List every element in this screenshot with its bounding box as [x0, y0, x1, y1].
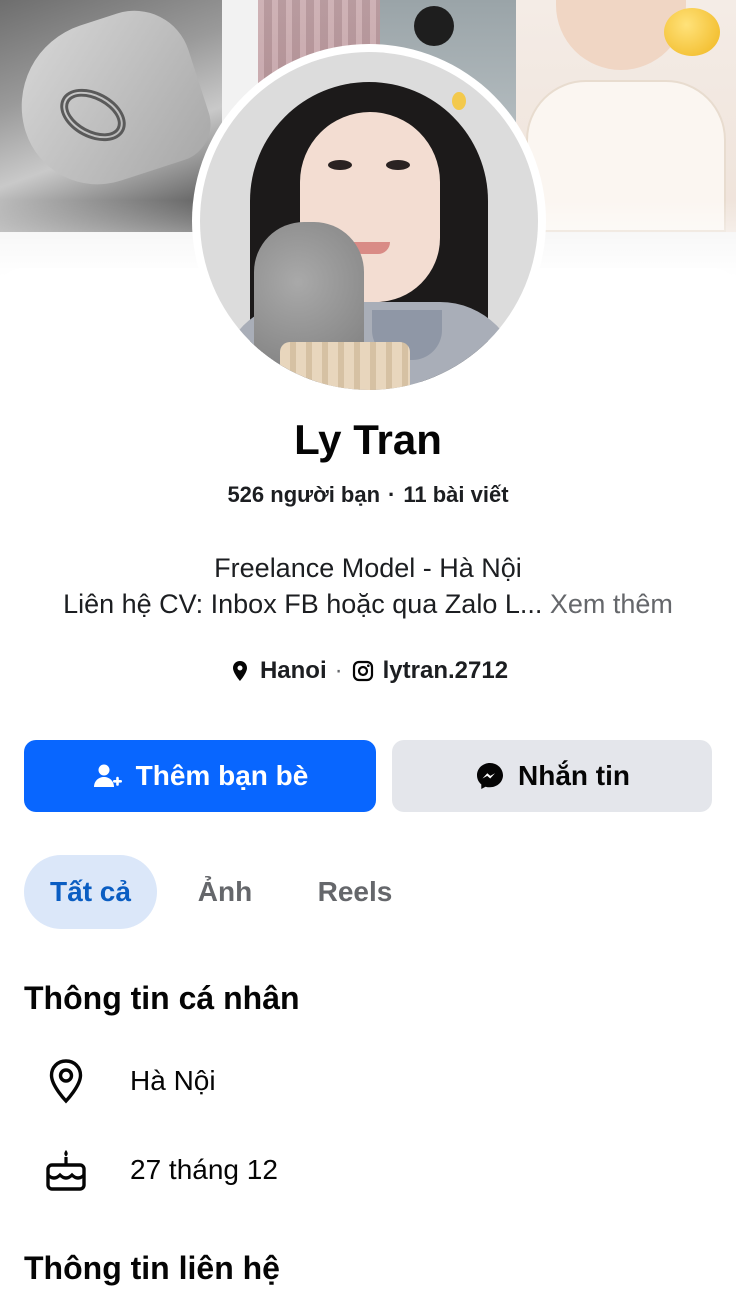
contact-info-title: Thông tin liên hệ — [24, 1250, 280, 1286]
bio-line-2: Liên hệ CV: Inbox FB hoặc qua Zalo L... — [63, 589, 543, 619]
tab-all[interactable]: Tất cả — [24, 855, 157, 929]
info-row-birthday: 27 tháng 12 — [40, 1140, 720, 1200]
info-location-text: Hà Nội — [130, 1065, 216, 1096]
message-label: Nhắn tin — [518, 760, 630, 791]
profile-avatar[interactable] — [200, 52, 538, 390]
tab-photos[interactable]: Ảnh — [170, 855, 280, 929]
cover-image-lemon — [516, 0, 736, 232]
location-link[interactable]: Hanoi — [260, 657, 327, 685]
info-birthday-text: 27 tháng 12 — [130, 1154, 278, 1185]
profile-stats: 526 người bạn · 11 bài viết — [227, 482, 509, 507]
instagram-link[interactable]: lytran.2712 — [383, 657, 508, 685]
info-row-location: Hà Nội — [40, 1051, 720, 1111]
add-friend-button[interactable]: Thêm bạn bè — [24, 740, 376, 812]
profile-name: Ly Tran — [294, 416, 442, 463]
friends-count[interactable]: 526 người bạn — [227, 482, 380, 507]
add-friend-label: Thêm bạn bè — [135, 760, 309, 791]
bio-line-1: Freelance Model - Hà Nội — [214, 553, 522, 583]
profile-links: Hanoi · lytran.2712 — [0, 657, 736, 685]
location-pin-icon — [228, 659, 252, 683]
cover-image-bracelet — [0, 0, 222, 232]
instagram-icon — [351, 659, 375, 683]
tab-reels[interactable]: Reels — [290, 855, 420, 929]
message-button[interactable]: Nhắn tin — [392, 740, 712, 812]
messenger-icon — [474, 760, 506, 792]
location-pin-icon — [40, 1058, 92, 1104]
profile-bio: Freelance Model - Hà Nội Liên hệ CV: Inb… — [0, 550, 736, 622]
birthday-cake-icon — [40, 1147, 92, 1193]
personal-info-title: Thông tin cá nhân — [24, 980, 300, 1016]
see-more-link[interactable]: Xem thêm — [550, 589, 673, 619]
posts-count[interactable]: 11 bài viết — [403, 482, 508, 507]
add-friend-icon — [92, 760, 124, 792]
